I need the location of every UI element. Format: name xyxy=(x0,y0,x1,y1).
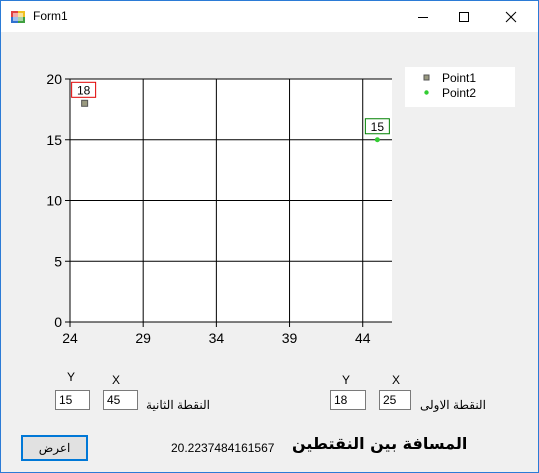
close-icon xyxy=(505,11,517,22)
title-bar[interactable]: Form1 xyxy=(1,1,538,32)
legend-entry: Point2 xyxy=(442,86,476,100)
form-app-icon xyxy=(11,11,25,23)
y-tick-label: 5 xyxy=(54,253,62,269)
y-tick-label: 0 xyxy=(54,314,62,330)
y-tick-label: 10 xyxy=(46,193,62,209)
window-title: Form1 xyxy=(33,9,68,23)
point2-marker xyxy=(374,137,380,143)
data-label: 15 xyxy=(371,120,385,134)
legend-marker-point2 xyxy=(424,90,429,95)
point1-heading: النقطة الاولى xyxy=(420,398,486,412)
minimize-button[interactable] xyxy=(400,1,446,32)
point2-heading: النقطة الثانية xyxy=(146,398,210,412)
legend-entry: Point1 xyxy=(442,71,476,85)
y-tick-label: 20 xyxy=(46,71,62,87)
scatter-chart: 24 29 34 39 44 0 5 10 15 20 18 15 Point1Point2 xyxy=(46,67,515,346)
point2-y-label: Y xyxy=(67,370,76,384)
point1-marker xyxy=(81,99,89,107)
distance-value: 20.2237484161567 xyxy=(171,441,275,455)
legend-marker-point1 xyxy=(423,74,430,81)
x-tick-label: 39 xyxy=(282,330,298,346)
x-tick-label: 24 xyxy=(62,330,78,346)
distance-label: المسافة بين النقتطين xyxy=(292,434,468,453)
x-tick-label: 44 xyxy=(355,330,371,346)
point1-y-label: Y xyxy=(342,373,351,387)
point1-x-input[interactable]: 25 xyxy=(379,390,411,410)
chart-area: 24 29 34 39 44 0 5 10 15 20 18 15 Point1 Point2 xyxy=(1,32,538,362)
maximize-button[interactable] xyxy=(441,1,487,32)
x-tick-label: 34 xyxy=(209,330,225,346)
maximize-icon xyxy=(459,11,469,22)
minimize-icon xyxy=(418,16,428,18)
close-button[interactable] xyxy=(488,1,534,32)
form-window: Form1 24 29 34 39 44 0 5 10 15 20 18 15 Point1 Point2… xyxy=(0,0,539,473)
point2-x-label: X xyxy=(112,373,121,387)
y-tick-label: 15 xyxy=(46,132,62,148)
point1-y-input[interactable]: 18 xyxy=(330,390,366,410)
show-button[interactable]: اعرض xyxy=(21,435,88,461)
point2-y-input[interactable]: 15 xyxy=(55,390,90,410)
point1-x-label: X xyxy=(392,373,401,387)
data-label: 18 xyxy=(77,83,91,97)
x-tick-label: 29 xyxy=(135,330,151,346)
point2-x-input[interactable]: 45 xyxy=(103,390,138,410)
